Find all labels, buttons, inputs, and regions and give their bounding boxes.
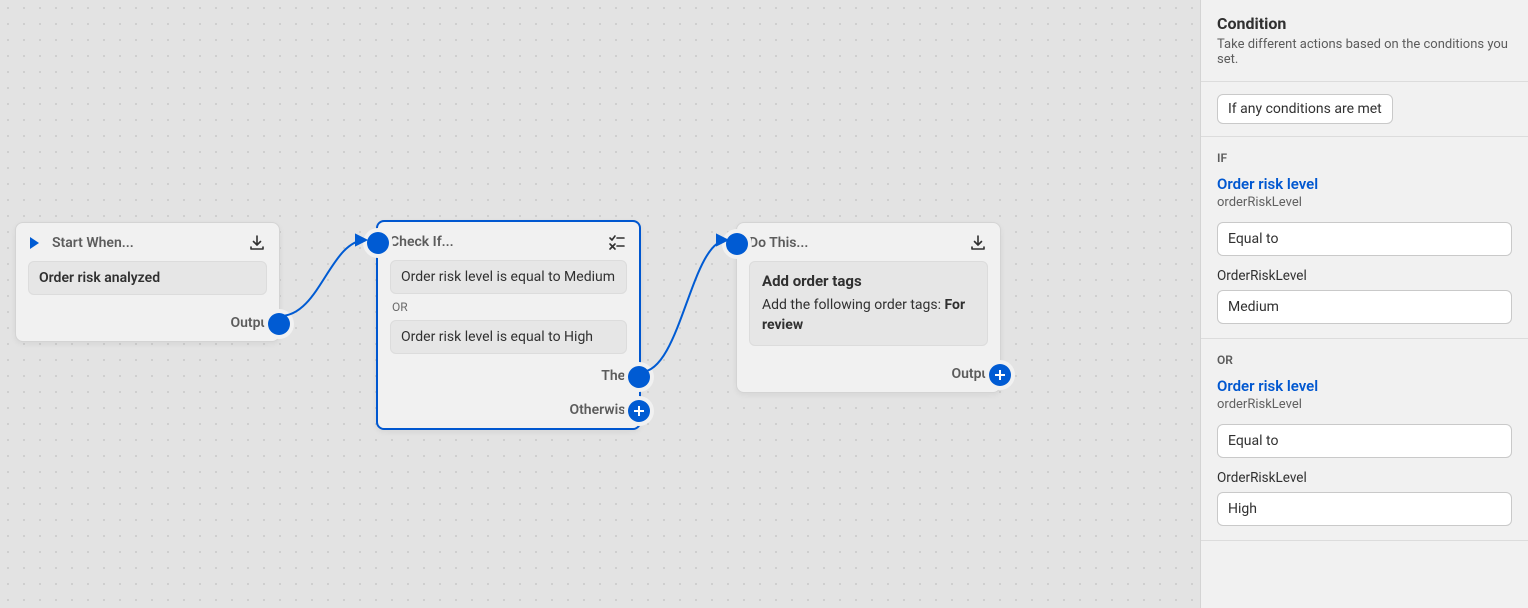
node-action-title: Do This... xyxy=(749,235,960,251)
action-chip-title: Add order tags xyxy=(762,272,975,290)
condition-chip-1[interactable]: Order risk level is equal to Medium xyxy=(390,260,627,294)
edge-check-to-action xyxy=(641,232,741,392)
edge-start-to-check xyxy=(280,232,380,332)
check-then-port[interactable] xyxy=(628,366,650,388)
condition-panel: Condition Take different actions based o… xyxy=(1200,0,1528,608)
play-icon xyxy=(24,233,44,253)
panel-title: Condition xyxy=(1217,14,1512,33)
node-start[interactable]: Start When... Order risk analyzed Output xyxy=(15,222,280,342)
cond2-operator-select[interactable]: Equal to xyxy=(1217,424,1512,458)
cond1-variable-link[interactable]: Order risk level xyxy=(1217,175,1512,193)
panel-if-section: IF Order risk level orderRiskLevel Equal… xyxy=(1201,137,1528,339)
node-start-title: Start When... xyxy=(52,235,239,251)
start-output-label: Output xyxy=(230,315,273,331)
action-chip: Add order tags Add the following order t… xyxy=(749,261,988,346)
start-event-chip: Order risk analyzed xyxy=(28,261,267,295)
if-label: IF xyxy=(1217,151,1512,165)
or-label: OR xyxy=(1217,353,1512,367)
cond2-variable-link[interactable]: Order risk level xyxy=(1217,377,1512,395)
action-chip-desc: Add the following order tags: For review xyxy=(762,296,975,335)
cond1-operator-select[interactable]: Equal to xyxy=(1217,222,1512,256)
cond1-field-label: OrderRiskLevel xyxy=(1217,268,1512,284)
node-check-title: Check If... xyxy=(390,234,599,250)
check-otherwise-label: Otherwise xyxy=(569,402,633,418)
cond2-variable-path: orderRiskLevel xyxy=(1217,397,1512,412)
condition-chip-2[interactable]: Order risk level is equal to High xyxy=(390,320,627,354)
panel-mode-section: If any conditions are met xyxy=(1201,82,1528,137)
action-output-label: Output xyxy=(951,366,994,382)
cond1-variable-path: orderRiskLevel xyxy=(1217,195,1512,210)
panel-or-section: OR Order risk level orderRiskLevel Equal… xyxy=(1201,339,1528,541)
cond1-value-select[interactable]: Medium xyxy=(1217,290,1512,324)
cond2-field-label: OrderRiskLevel xyxy=(1217,470,1512,486)
cond2-value-select[interactable]: High xyxy=(1217,492,1512,526)
panel-subtitle: Take different actions based on the cond… xyxy=(1217,37,1512,67)
condition-mode-select[interactable]: If any conditions are met xyxy=(1217,94,1393,124)
check-input-port[interactable] xyxy=(367,232,389,254)
action-output-port[interactable] xyxy=(989,364,1011,386)
checklist-icon[interactable] xyxy=(607,232,627,252)
condition-or-separator: OR xyxy=(390,294,627,320)
check-otherwise-port[interactable] xyxy=(628,400,650,422)
node-check[interactable]: Check If... Order risk level is equal to… xyxy=(376,220,641,430)
download-icon[interactable] xyxy=(247,233,267,253)
action-input-port[interactable] xyxy=(726,233,748,255)
panel-header: Condition Take different actions based o… xyxy=(1201,0,1528,82)
node-action[interactable]: Do This... Add order tags Add the follow… xyxy=(736,222,1001,393)
start-output-port[interactable] xyxy=(268,313,290,335)
download-icon[interactable] xyxy=(968,233,988,253)
